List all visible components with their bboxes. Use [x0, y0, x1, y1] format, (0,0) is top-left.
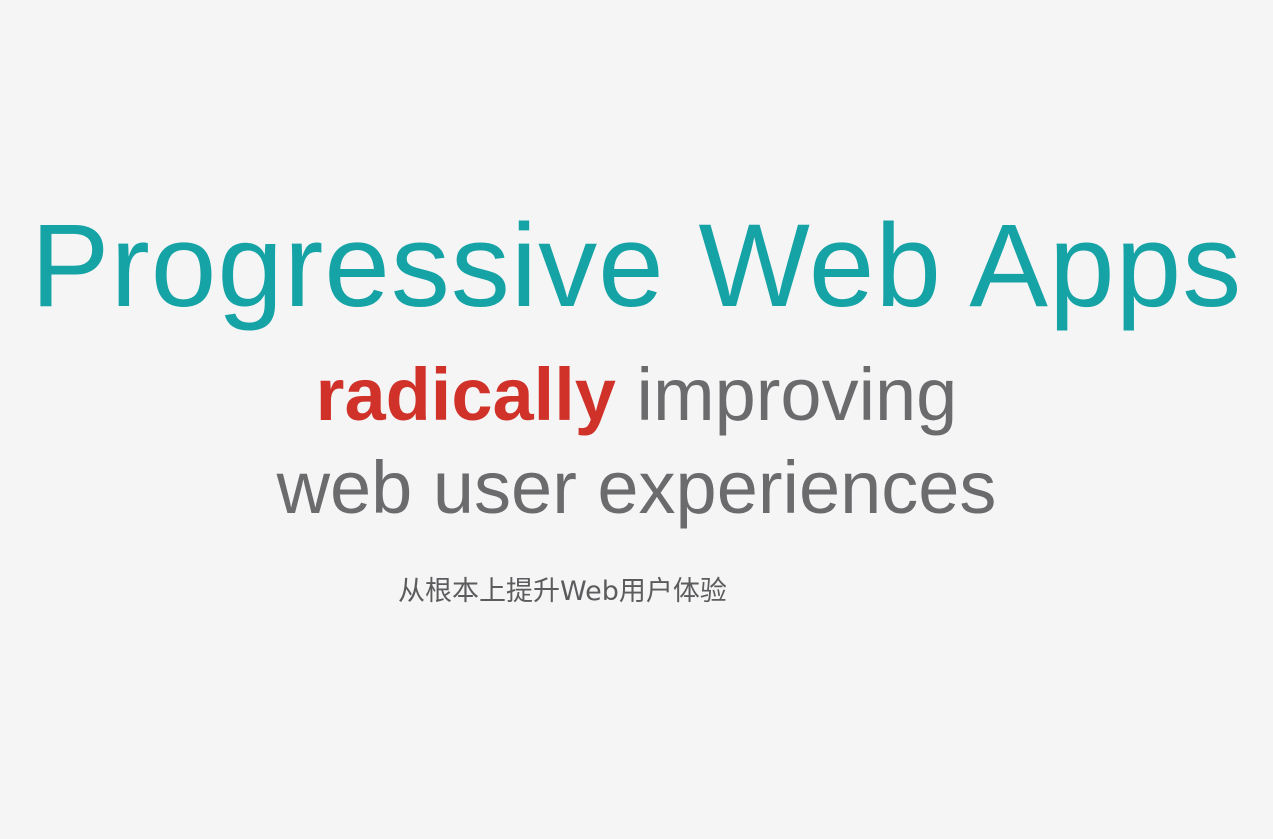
- chinese-subtitle: 从根本上提升Web用户体验: [398, 576, 727, 607]
- tagline-line-1: radically improving: [0, 350, 1273, 440]
- tagline-line-2: web user experiences: [276, 446, 997, 529]
- tagline-rest: improving: [615, 353, 958, 436]
- slide: Progressive Web Apps radically improving…: [0, 0, 1273, 839]
- slide-title: Progressive Web Apps: [30, 200, 1243, 332]
- tagline-emphasis: radically: [315, 353, 616, 436]
